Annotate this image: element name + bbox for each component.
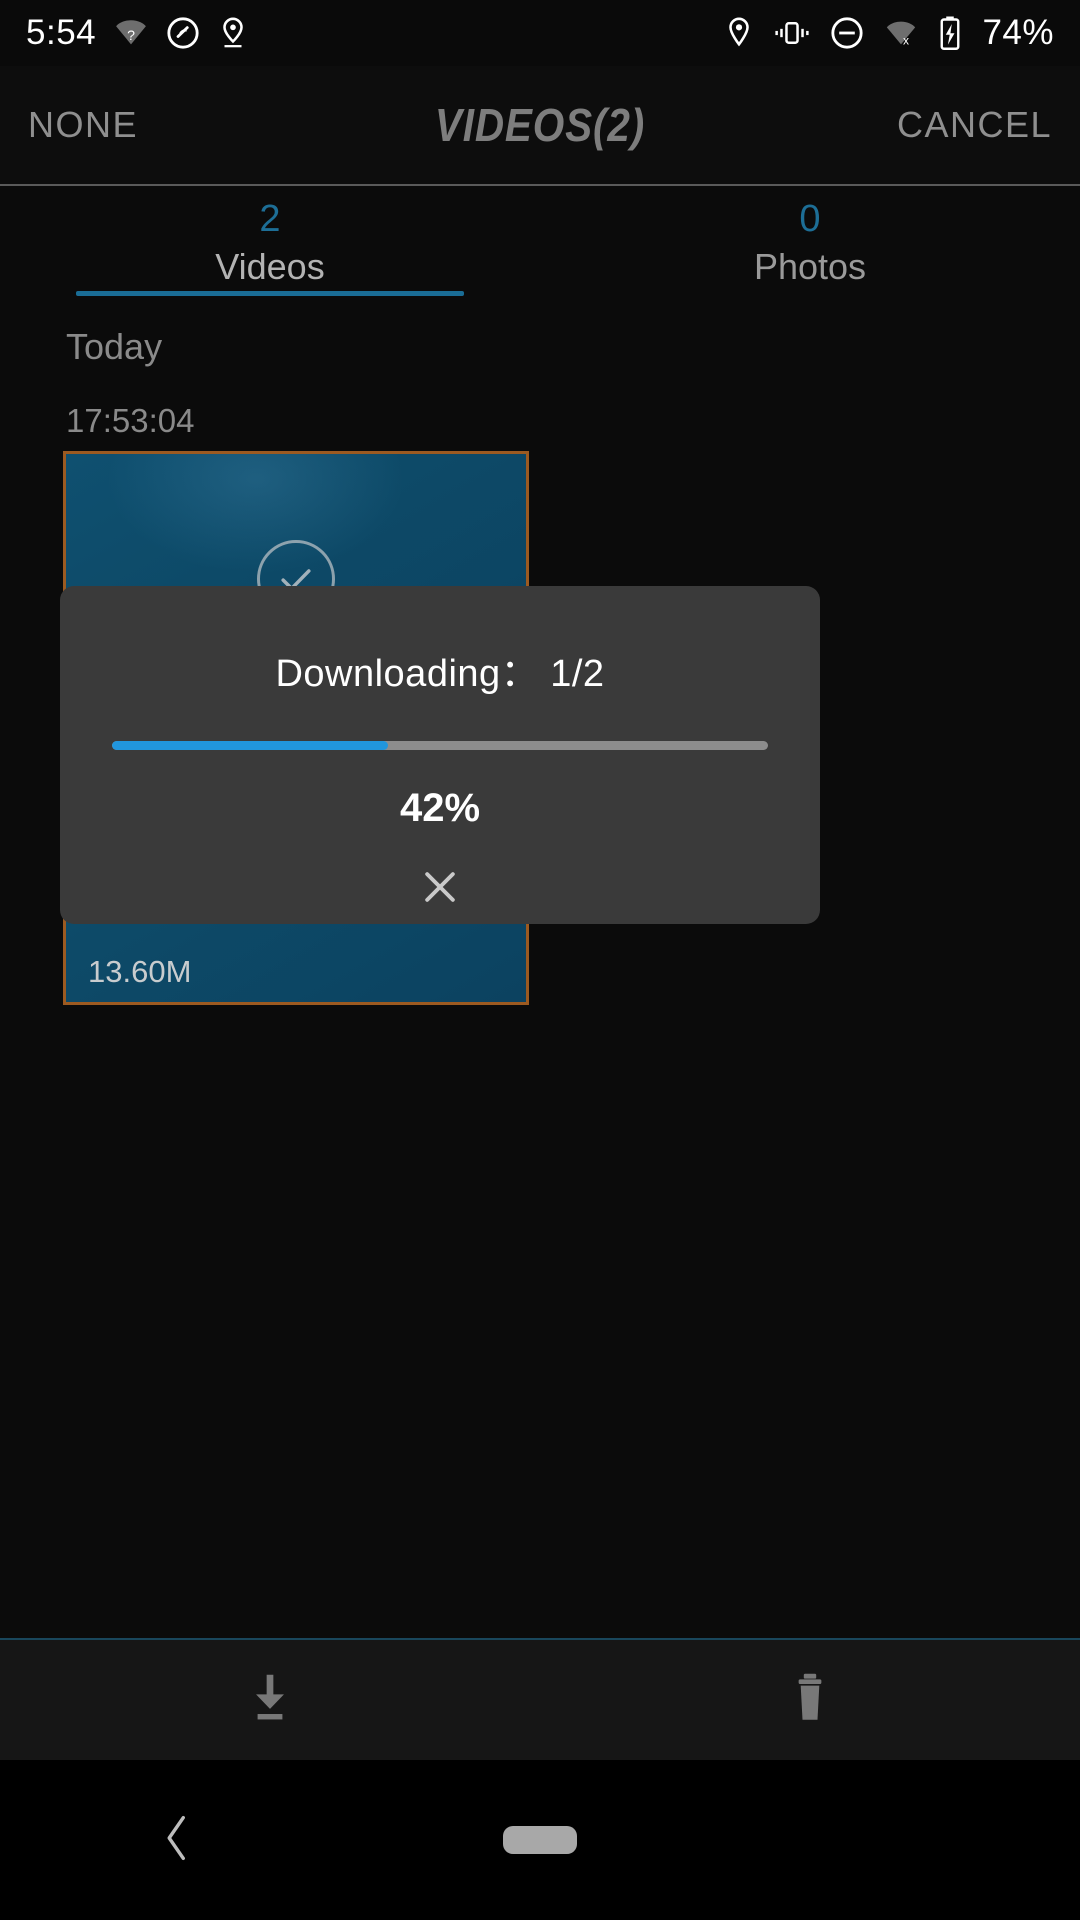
bottom-toolbar: [0, 1638, 1080, 1760]
download-icon: [239, 1667, 301, 1734]
download-progress-dialog: Downloading： 1/2 42%: [60, 586, 820, 924]
progress-percent-label: 42%: [399, 786, 481, 830]
system-nav-bar: [0, 1760, 1080, 1920]
back-chevron-icon[interactable]: [160, 1813, 194, 1868]
dialog-scrim: [0, 0, 1080, 1920]
download-button[interactable]: [0, 1667, 540, 1734]
progress-bar-track: [112, 741, 768, 750]
progress-bar-fill: [112, 741, 388, 750]
dialog-title: Downloading： 1/2: [275, 653, 605, 695]
close-icon[interactable]: [410, 857, 470, 917]
delete-button[interactable]: [540, 1667, 1080, 1734]
trash-icon: [779, 1667, 841, 1734]
home-pill-icon[interactable]: [503, 1826, 577, 1854]
